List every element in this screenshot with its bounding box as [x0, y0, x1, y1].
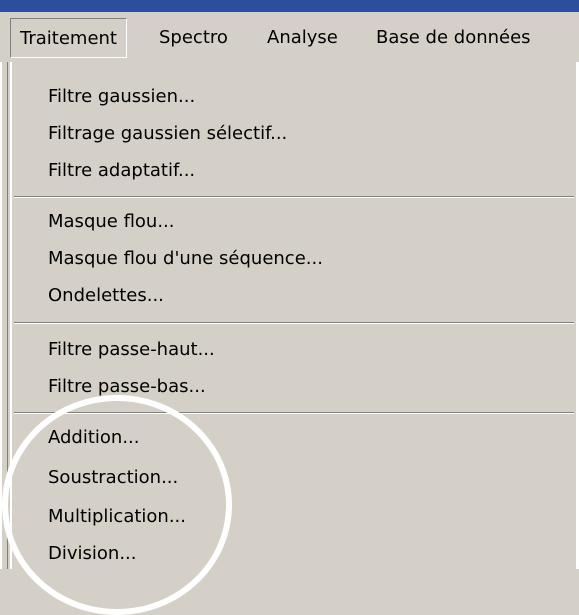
menubar: Traitement Spectro Analyse Base de donné…	[0, 12, 579, 62]
menu-item-filtre-passe-bas[interactable]: Filtre passe-bas...	[12, 369, 572, 405]
menu-frame-shadow	[7, 62, 8, 569]
menu-item-filtre-adaptatif[interactable]: Filtre adaptatif...	[12, 153, 572, 189]
menu-separator	[14, 196, 574, 198]
menu-item-division[interactable]: Division...	[12, 536, 572, 572]
menu-analyse[interactable]: Analyse	[258, 18, 347, 58]
menu-separator	[14, 412, 574, 414]
menu-separator	[14, 322, 574, 324]
menu-item-filtrage-gaussien-selectif[interactable]: Filtrage gaussien sélectif...	[12, 116, 572, 152]
menu-item-multiplication[interactable]: Multiplication...	[12, 499, 572, 535]
menu-base-de-donnees[interactable]: Base de données	[367, 18, 540, 58]
menu-item-filtre-passe-haut[interactable]: Filtre passe-haut...	[12, 332, 572, 368]
menu-item-addition[interactable]: Addition...	[12, 420, 572, 456]
menu-item-filtre-gaussien[interactable]: Filtre gaussien...	[12, 79, 572, 115]
menu-item-masque-flou-sequence[interactable]: Masque flou d'une séquence...	[12, 241, 572, 277]
menu-item-ondelettes[interactable]: Ondelettes...	[12, 278, 572, 314]
menu-spectro[interactable]: Spectro	[150, 18, 237, 58]
window-title-strip	[0, 0, 579, 12]
menu-traitement[interactable]: Traitement	[10, 18, 127, 58]
menu-item-masque-flou[interactable]: Masque flou...	[12, 204, 572, 240]
menu-item-soustraction[interactable]: Soustraction...	[12, 460, 572, 496]
